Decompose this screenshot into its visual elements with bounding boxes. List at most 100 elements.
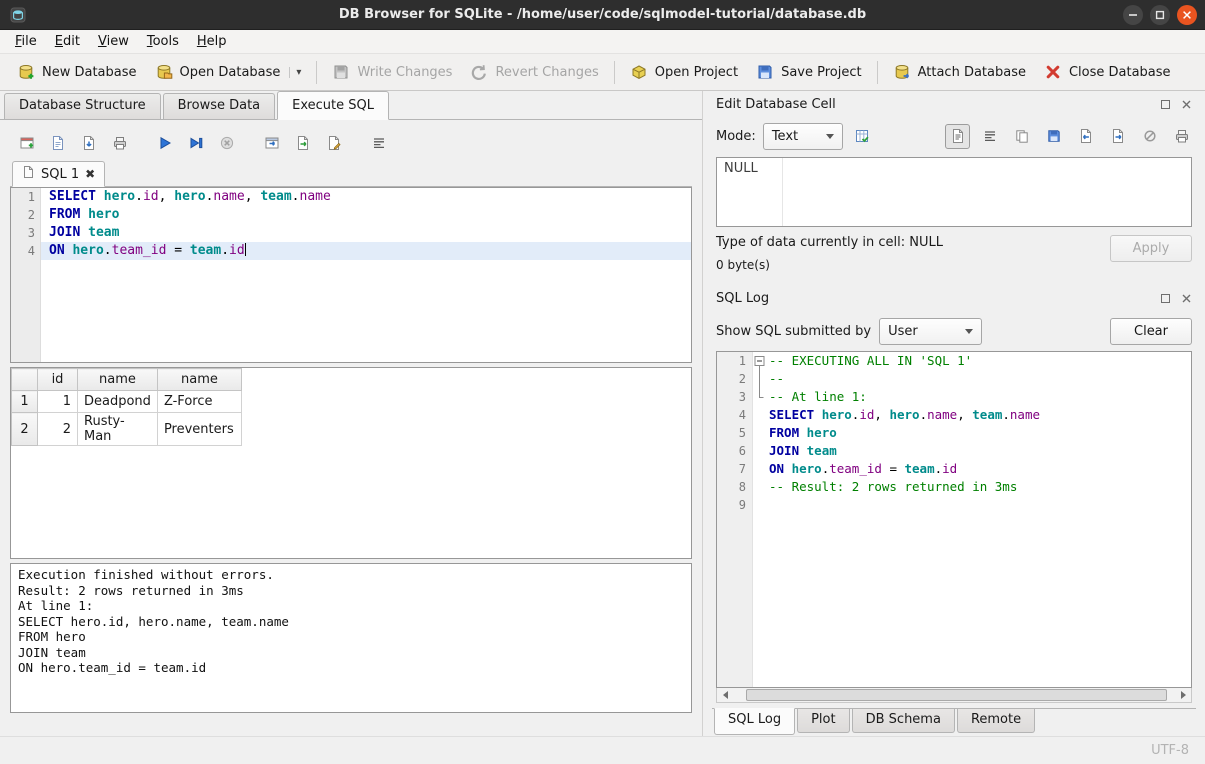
export-button[interactable] [1105, 124, 1130, 149]
column-header[interactable]: name [157, 369, 241, 391]
log-horizontal-scrollbar[interactable] [716, 688, 1192, 703]
close-tab-icon[interactable]: ✖ [85, 167, 95, 181]
message-line: Execution finished without errors. [18, 567, 684, 583]
maximize-button[interactable] [1150, 5, 1170, 25]
cell-value-editor[interactable]: NULL [716, 157, 1192, 227]
minimize-button[interactable] [1123, 5, 1143, 25]
tab-remote[interactable]: Remote [957, 709, 1035, 733]
execute-current-line-button[interactable] [183, 131, 208, 156]
close-panel-icon[interactable] [1178, 291, 1194, 305]
corner-header[interactable] [12, 369, 38, 391]
sql-editor[interactable]: 1SELECT hero.id, hero.name, team.name2FR… [10, 187, 692, 363]
float-panel-icon[interactable] [1157, 97, 1173, 111]
close-database-label: Close Database [1069, 65, 1171, 80]
new-database-button[interactable]: New Database [8, 58, 146, 86]
word-wrap-button[interactable] [366, 131, 391, 156]
scrollbar-thumb[interactable] [746, 689, 1167, 701]
close-database-button[interactable]: Close Database [1035, 58, 1180, 86]
mode-select[interactable]: Text [763, 123, 843, 150]
word-wrap-button[interactable] [977, 124, 1002, 149]
menu-edit[interactable]: Edit [46, 31, 89, 52]
tab-browse-data[interactable]: Browse Data [163, 93, 276, 119]
log-line-number: 9 [717, 496, 753, 514]
tab-sql-1[interactable]: SQL 1 ✖ [12, 161, 105, 187]
tab-plot[interactable]: Plot [797, 709, 850, 733]
sql-tabbar: SQL 1 ✖ [10, 160, 692, 187]
log-line: 5FROM hero [717, 424, 1191, 442]
cell-value: NULL [724, 161, 758, 176]
execution-message[interactable]: Execution finished without errors.Result… [10, 563, 692, 713]
menu-file[interactable]: File [6, 31, 46, 52]
line-number: 4 [11, 242, 41, 260]
close-button[interactable] [1177, 5, 1197, 25]
log-filter-label: Show SQL submitted by [716, 324, 871, 339]
cell[interactable]: Z-Force [157, 391, 241, 413]
tab-sql-log[interactable]: SQL Log [714, 708, 795, 735]
log-code-line: FROM hero [766, 424, 1191, 442]
find-replace-button[interactable] [321, 131, 346, 156]
cell[interactable]: 1 [38, 391, 78, 413]
save-button[interactable] [1041, 124, 1066, 149]
save-sql-file-button[interactable] [76, 131, 101, 156]
scroll-right-icon[interactable] [1175, 688, 1191, 702]
editor-line[interactable]: 2FROM hero [11, 206, 691, 224]
main-toolbar: New DatabaseOpen Database▾Write ChangesR… [0, 54, 1205, 91]
execute-all-button[interactable] [152, 131, 177, 156]
auto-switch-mode-button[interactable] [850, 124, 875, 149]
attach-database-button[interactable]: Attach Database [884, 58, 1035, 86]
window-controls [1123, 5, 1205, 25]
cell[interactable]: Rusty-Man [78, 413, 158, 446]
sql-log-view[interactable]: 1-- EXECUTING ALL IN 'SQL 1'2--3-- At li… [716, 351, 1192, 688]
save-project-button[interactable]: Save Project [747, 58, 871, 86]
export-file-button[interactable] [290, 131, 315, 156]
attach-database-label: Attach Database [918, 65, 1026, 80]
print-button[interactable] [107, 131, 132, 156]
main-tabbar: Database StructureBrowse DataExecute SQL [0, 91, 702, 120]
export-tab-button[interactable] [259, 131, 284, 156]
cell[interactable]: Preventers [157, 413, 241, 446]
log-line: 4SELECT hero.id, hero.name, team.name [717, 406, 1191, 424]
menu-help[interactable]: Help [188, 31, 236, 52]
clear-log-button[interactable]: Clear [1110, 318, 1192, 345]
column-header[interactable]: name [78, 369, 158, 391]
chevron-down-icon [826, 134, 834, 139]
menu-tools[interactable]: Tools [138, 31, 188, 52]
menu-view[interactable]: View [89, 31, 138, 52]
tab-database-structure[interactable]: Database Structure [4, 93, 161, 119]
row-header[interactable]: 1 [12, 391, 38, 413]
print-button[interactable] [1169, 124, 1194, 149]
message-line: SELECT hero.id, hero.name, team.name [18, 614, 684, 630]
close-panel-icon[interactable] [1178, 97, 1194, 111]
editor-line[interactable]: 3JOIN team [11, 224, 691, 242]
open-sql-file-button[interactable] [45, 131, 70, 156]
open-project-button[interactable]: Open Project [621, 58, 747, 86]
editor-line[interactable]: 1SELECT hero.id, hero.name, team.name [11, 188, 691, 206]
scroll-left-icon[interactable] [717, 688, 733, 702]
dropdown-arrow-icon[interactable]: ▾ [289, 67, 301, 78]
scrollbar-track[interactable] [733, 688, 1175, 702]
sql-editor-toolbar [10, 126, 692, 160]
log-filter-select[interactable]: User [879, 318, 982, 345]
tab-db-schema[interactable]: DB Schema [852, 709, 955, 733]
text-mode-button[interactable] [945, 124, 970, 149]
row-header[interactable]: 2 [12, 413, 38, 446]
cell[interactable]: 2 [38, 413, 78, 446]
float-panel-icon[interactable] [1157, 291, 1173, 305]
open-database-icon [155, 63, 173, 81]
copy-button[interactable] [1009, 124, 1034, 149]
column-header[interactable]: id [38, 369, 78, 391]
tab-execute-sql[interactable]: Execute SQL [277, 91, 389, 120]
new-tab-button[interactable] [14, 131, 39, 156]
cell[interactable]: Deadpond [78, 391, 158, 413]
import-button[interactable] [1073, 124, 1098, 149]
log-code-line: -- At line 1: [766, 388, 1191, 406]
fold-marker [753, 406, 766, 424]
right-pane: Edit Database Cell Mode: Text NULL [703, 91, 1205, 736]
fold-collapse-icon[interactable] [753, 352, 766, 370]
log-line-number: 2 [717, 370, 753, 388]
editor-line[interactable]: 4ON hero.team_id = team.id [11, 242, 691, 260]
log-code-line: SELECT hero.id, hero.name, team.name [766, 406, 1191, 424]
set-null-button[interactable] [1137, 124, 1162, 149]
open-database-button[interactable]: Open Database▾ [146, 58, 311, 86]
new-database-icon [17, 63, 35, 81]
